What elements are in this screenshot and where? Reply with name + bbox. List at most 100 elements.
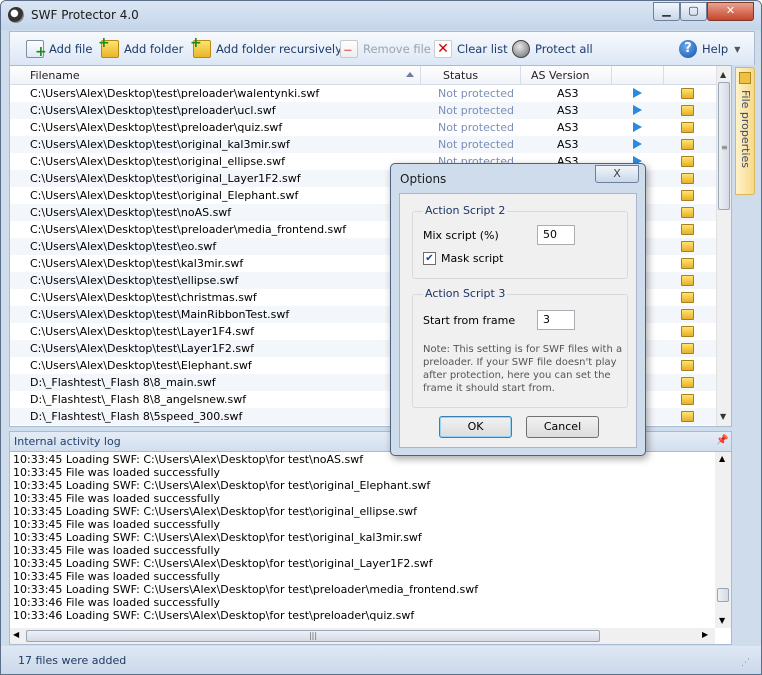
column-divider[interactable]	[611, 66, 612, 85]
protect-all-label: Protect all	[535, 42, 593, 56]
mask-script-checkbox[interactable]: ✔	[423, 252, 436, 265]
clear-list-button[interactable]: ✕ Clear list	[434, 38, 508, 60]
remove-file-label: Remove file	[363, 42, 431, 56]
log-line: 10:33:45 Loading SWF: C:\Users\Alex\Desk…	[13, 479, 431, 492]
start-frame-input[interactable]: 3	[537, 310, 575, 330]
filename-cell: C:\Users\Alex\Desktop\test\MainRibbonTes…	[30, 308, 290, 321]
window-title: SWF Protector 4.0	[31, 8, 139, 22]
column-header-status[interactable]: Status	[443, 69, 478, 82]
add-folder-button[interactable]: Add folder	[98, 35, 183, 60]
file-properties-tab[interactable]: File properties	[735, 67, 755, 195]
play-icon[interactable]	[633, 105, 642, 115]
filename-cell: C:\Users\Alex\Desktop\test\Layer1F2.swf	[30, 342, 254, 355]
minimize-button[interactable]: ▁	[653, 2, 680, 21]
log-line: 10:33:45 File was loaded successfully	[13, 492, 221, 505]
mask-script-label[interactable]: Mask script	[441, 252, 503, 265]
as-version-cell: AS3	[557, 87, 579, 100]
remove-file-button[interactable]: Remove file	[340, 38, 431, 60]
folder-icon[interactable]	[681, 207, 694, 218]
list-vertical-scrollbar[interactable]: ▲ ≡ ▼	[716, 66, 731, 426]
table-row[interactable]: C:\Users\Alex\Desktop\test\preloader\ucl…	[10, 102, 716, 119]
play-icon[interactable]	[633, 122, 642, 132]
column-divider[interactable]	[520, 66, 521, 85]
log-lines: 10:33:45 Loading SWF: C:\Users\Alex\Desk…	[13, 453, 713, 626]
scroll-right-icon[interactable]: ▶	[702, 630, 708, 639]
table-row[interactable]: C:\Users\Alex\Desktop\test\original_kal3…	[10, 136, 716, 153]
dialog-body: Action Script 2 Mix script (%) 50 ✔ Mask…	[399, 193, 637, 448]
folder-icon[interactable]	[681, 275, 694, 286]
scroll-down-icon[interactable]: ▼	[719, 616, 725, 625]
cancel-button[interactable]: Cancel	[526, 416, 599, 438]
folder-icon[interactable]	[681, 360, 694, 371]
close-button[interactable]: ✕	[707, 2, 754, 21]
log-line: 10:33:45 File was loaded successfully	[13, 544, 221, 557]
folder-icon[interactable]	[681, 173, 694, 184]
folder-icon[interactable]	[681, 411, 694, 422]
log-line: 10:33:45 Loading SWF: C:\Users\Alex\Desk…	[13, 557, 433, 570]
column-divider[interactable]	[420, 66, 421, 85]
folder-icon[interactable]	[681, 326, 694, 337]
folder-icon[interactable]	[681, 139, 694, 150]
ok-button[interactable]: OK	[439, 416, 512, 438]
help-button[interactable]: ? Help ▼	[679, 38, 740, 60]
dialog-title: Options	[400, 172, 447, 186]
as-version-cell: AS3	[557, 121, 579, 134]
scroll-down-icon[interactable]: ▼	[720, 412, 726, 421]
filename-cell: C:\Users\Alex\Desktop\test\preloader\wal…	[30, 87, 320, 100]
log-vertical-scrollbar[interactable]: ▲ ▼	[715, 452, 731, 628]
column-header-filename[interactable]: Filename	[30, 69, 80, 82]
folder-icon[interactable]	[681, 190, 694, 201]
add-file-label: Add file	[49, 42, 93, 56]
folder-icon[interactable]	[681, 258, 694, 269]
main-window: SWF Protector 4.0 ▁ ▢ ✕ Add file Add fol…	[0, 0, 762, 675]
scroll-left-icon[interactable]: ◀	[13, 630, 19, 639]
folder-icon[interactable]	[681, 292, 694, 303]
scroll-up-icon[interactable]: ▲	[720, 70, 726, 79]
log-line: 10:33:45 Loading SWF: C:\Users\Alex\Desk…	[13, 531, 422, 544]
folder-icon[interactable]	[681, 394, 694, 405]
filename-cell: C:\Users\Alex\Desktop\test\Elephant.swf	[30, 359, 252, 372]
table-row[interactable]: C:\Users\Alex\Desktop\test\preloader\qui…	[10, 119, 716, 136]
maximize-icon: ▢	[688, 4, 699, 17]
filename-cell: C:\Users\Alex\Desktop\test\original_Laye…	[30, 172, 301, 185]
folder-icon[interactable]	[681, 105, 694, 116]
start-frame-label: Start from frame	[423, 314, 516, 327]
status-cell: Not protected	[438, 104, 514, 117]
column-header-as-version[interactable]: AS Version	[531, 69, 589, 82]
scroll-thumb[interactable]	[717, 588, 729, 602]
protect-all-button[interactable]: Protect all	[512, 38, 593, 60]
filename-cell: C:\Users\Alex\Desktop\test\noAS.swf	[30, 206, 232, 219]
app-icon	[8, 7, 24, 23]
dialog-close-button[interactable]: X	[595, 165, 639, 183]
log-title: Internal activity log	[14, 435, 121, 448]
folder-icon[interactable]	[681, 88, 694, 99]
status-cell: Not protected	[438, 138, 514, 151]
resize-grip-icon[interactable]: ⋰	[741, 658, 750, 668]
log-horizontal-scrollbar[interactable]: ◀ ||| ▶	[10, 628, 715, 644]
folder-icon[interactable]	[681, 156, 694, 167]
add-file-icon	[26, 40, 47, 60]
play-icon[interactable]	[633, 139, 642, 149]
mix-script-input[interactable]: 50	[537, 225, 575, 245]
maximize-button[interactable]: ▢	[680, 2, 707, 21]
folder-icon[interactable]	[681, 377, 694, 388]
pin-icon[interactable]: 📌	[716, 435, 728, 446]
log-line: 10:33:45 File was loaded successfully	[13, 466, 221, 479]
status-cell: Not protected	[438, 87, 514, 100]
folder-icon[interactable]	[681, 224, 694, 235]
filename-cell: C:\Users\Alex\Desktop\test\original_Elep…	[30, 189, 299, 202]
scroll-thumb[interactable]: |||	[26, 630, 600, 642]
column-divider[interactable]	[663, 66, 664, 85]
add-file-button[interactable]: Add file	[26, 38, 92, 60]
toolbar: Add file Add folder Add folder recursive…	[9, 31, 755, 65]
folder-icon[interactable]	[681, 343, 694, 354]
table-row[interactable]: C:\Users\Alex\Desktop\test\preloader\wal…	[10, 85, 716, 102]
play-icon[interactable]	[633, 88, 642, 98]
scroll-thumb[interactable]: ≡	[718, 82, 730, 210]
folder-icon[interactable]	[681, 309, 694, 320]
close-icon: ✕	[725, 4, 736, 17]
add-folder-recursively-button[interactable]: Add folder recursively	[190, 35, 342, 60]
folder-icon[interactable]	[681, 122, 694, 133]
scroll-up-icon[interactable]: ▲	[719, 454, 725, 463]
folder-icon[interactable]	[681, 241, 694, 252]
